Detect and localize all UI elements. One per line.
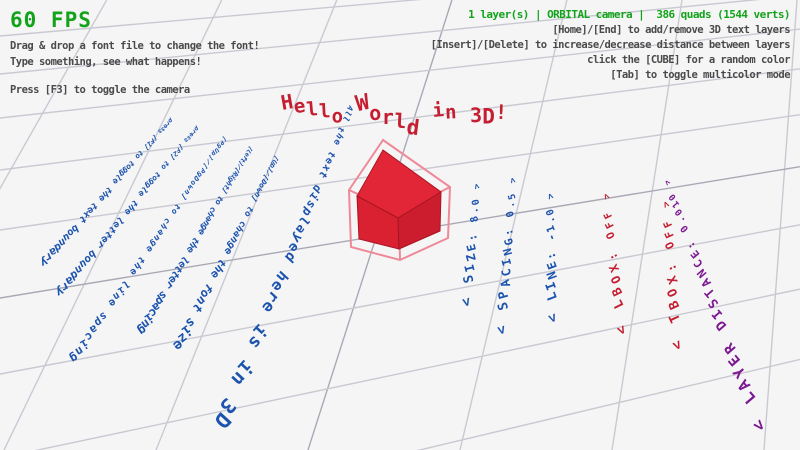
hello-3d-glyph: ! — [495, 102, 508, 122]
hello-3d-glyph: o — [368, 103, 381, 124]
hint-add-layers: [Home]/[End] to add/remove 3D text layer… — [431, 24, 790, 36]
hello-3d-glyph: l — [394, 111, 407, 132]
fps-counter: 60 FPS — [10, 8, 259, 32]
hint-camera-toggle: Press [F3] to toggle the camera — [10, 84, 259, 96]
hello-3d-glyph: o — [332, 108, 343, 127]
hint-multicolor: [Tab] to toggle multicolor mode — [431, 69, 790, 81]
hello-3d-glyph: e — [293, 97, 307, 117]
hud-left: 60 FPS Drag & drop a font file to change… — [10, 8, 259, 96]
hello-3d-glyph: i — [432, 101, 445, 121]
hello-3d-glyph: d — [405, 117, 420, 139]
status-bar: 1 layer(s) | ORBITAL camera | 386 quads … — [431, 8, 790, 21]
hello-3d-glyph: l — [319, 102, 331, 122]
hud-right: 1 layer(s) | ORBITAL camera | 386 quads … — [431, 8, 790, 81]
hello-3d-glyph — [460, 112, 467, 124]
hello-3d-glyph: r — [382, 107, 394, 127]
hint-drag-drop: Drag & drop a font file to change the fo… — [10, 40, 259, 52]
hello-3d-glyph — [346, 112, 353, 124]
hello-3d-glyph: l — [306, 100, 319, 120]
hello-3d-glyph — [422, 112, 429, 124]
hint-layer-distance: [Insert]/[Delete] to increase/decrease d… — [431, 39, 790, 51]
hello-3d-glyph: D — [482, 107, 495, 128]
hint-type: Type something, see what happens! — [10, 56, 259, 68]
app-window: All the text displayed here is in 3Dpres… — [0, 0, 800, 450]
hint-cube-click: click the [CUBE] for a random color — [431, 54, 790, 66]
hello-3d-glyph: n — [445, 103, 457, 123]
hello-3d-glyph: 3 — [470, 105, 483, 125]
